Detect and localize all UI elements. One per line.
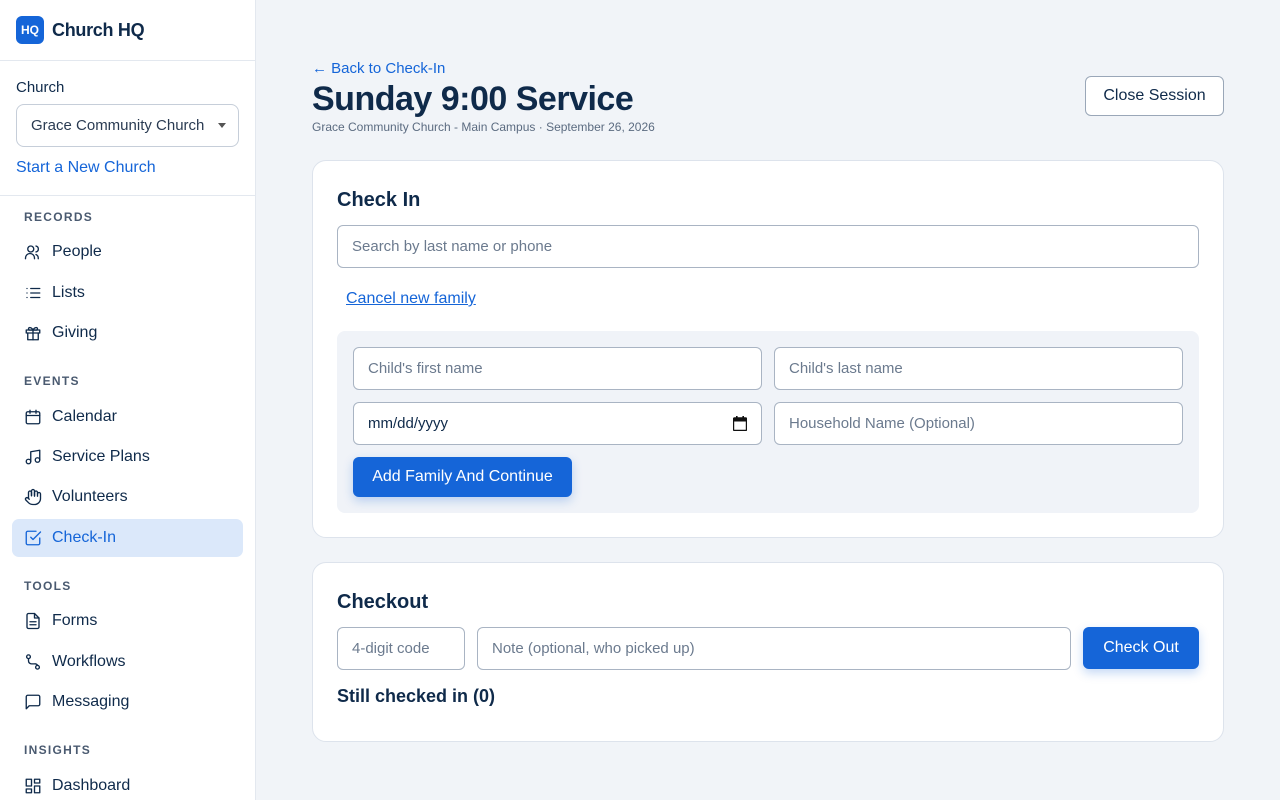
sidebar-item-forms[interactable]: Forms: [12, 602, 243, 640]
checkout-code-input[interactable]: 4-digit code: [337, 627, 465, 670]
sidebar-item-workflows[interactable]: Workflows: [12, 643, 243, 681]
new-family-form: Child's first name Child's last name mm/…: [337, 331, 1199, 513]
close-session-button[interactable]: Close Session: [1085, 76, 1224, 116]
people-icon: [24, 243, 42, 261]
brand-name: Church HQ: [52, 19, 145, 40]
nav-section-insights: INSIGHTS: [24, 743, 92, 757]
calendar-icon[interactable]: [732, 416, 748, 432]
sidebar-item-label: Giving: [52, 324, 98, 341]
church-select-value: Grace Community Church - Main Campus: [31, 117, 206, 134]
sidebar-item-messaging[interactable]: Messaging: [12, 683, 243, 721]
household-name-field[interactable]: Household Name (Optional): [774, 402, 1183, 445]
check-out-button[interactable]: Check Out: [1083, 627, 1199, 669]
sidebar-item-label: Volunteers: [52, 488, 128, 505]
sidebar-item-check-in[interactable]: Check-In: [12, 519, 243, 557]
back-to-check-in-link[interactable]: ← Back to Check-In: [312, 60, 445, 77]
dashboard-icon: [24, 777, 42, 795]
brand[interactable]: HQ Church HQ: [0, 0, 255, 61]
child-last-name-field[interactable]: Child's last name: [774, 347, 1183, 390]
still-checked-in-heading: Still checked in (0): [337, 686, 496, 706]
church-label: Church: [16, 79, 65, 96]
sidebar-item-giving[interactable]: Giving: [12, 314, 243, 352]
church-selector-block: Church Grace Community Church - Main Cam…: [0, 61, 255, 196]
sidebar-item-service-plans[interactable]: Service Plans: [12, 438, 243, 476]
file-icon: [24, 612, 42, 630]
church-select[interactable]: Grace Community Church - Main Campus: [16, 104, 239, 147]
sidebar-item-volunteers[interactable]: Volunteers: [12, 478, 243, 516]
sidebar-item-label: Service Plans: [52, 448, 150, 465]
music-icon: [24, 448, 42, 466]
sidebar-item-label: Lists: [52, 284, 85, 301]
page-title: Sunday 9:00 Service: [312, 80, 634, 118]
checkout-title: Checkout: [337, 591, 429, 613]
child-first-name-field[interactable]: Child's first name: [353, 347, 762, 390]
sidebar-item-people[interactable]: People: [12, 233, 243, 271]
search-input[interactable]: Search by last name or phone: [337, 225, 1199, 268]
message-icon: [24, 693, 42, 711]
cancel-new-family-link[interactable]: Cancel new family: [346, 290, 476, 308]
logo-icon: HQ: [16, 16, 44, 44]
list-icon: [24, 284, 42, 302]
check-in-card: Check In Search by last name or phone Ca…: [312, 160, 1224, 538]
workflow-icon: [24, 653, 42, 671]
checkout-card: Checkout 4-digit code Note (optional, wh…: [312, 562, 1224, 742]
page-subtitle: Grace Community Church - Main Campus · S…: [312, 120, 655, 134]
sidebar-item-label: Dashboard: [52, 777, 131, 794]
sidebar-item-calendar[interactable]: Calendar: [12, 398, 243, 436]
calendar-icon: [24, 408, 42, 426]
checkout-note-input[interactable]: Note (optional, who picked up): [477, 627, 1071, 670]
check-in-title: Check In: [337, 189, 421, 211]
sidebar-item-label: People: [52, 243, 102, 260]
sidebar-item-label: Calendar: [52, 408, 117, 425]
sidebar: HQ Church HQ Church Grace Community Chur…: [0, 0, 256, 800]
gift-icon: [24, 324, 42, 342]
sidebar-item-label: Messaging: [52, 693, 130, 710]
sidebar-item-label: Forms: [52, 612, 98, 629]
nav-section-tools: TOOLS: [24, 579, 72, 593]
sidebar-item-dashboard[interactable]: Dashboard: [12, 767, 243, 800]
birthdate-value: mm/dd/yyyy: [368, 415, 449, 432]
start-new-church-link[interactable]: Start a New Church: [16, 159, 239, 177]
nav-section-records: RECORDS: [24, 210, 94, 224]
check-square-icon: [24, 529, 42, 547]
chevron-down-icon: [218, 123, 226, 128]
sidebar-item-label: Workflows: [52, 653, 126, 670]
sidebar-item-lists[interactable]: Lists: [12, 274, 243, 312]
nav-section-events: EVENTS: [24, 374, 80, 388]
hand-icon: [24, 488, 42, 506]
birthdate-field[interactable]: mm/dd/yyyy: [353, 402, 762, 445]
add-family-button[interactable]: Add Family And Continue: [353, 457, 572, 497]
sidebar-item-label: Check-In: [52, 529, 117, 546]
